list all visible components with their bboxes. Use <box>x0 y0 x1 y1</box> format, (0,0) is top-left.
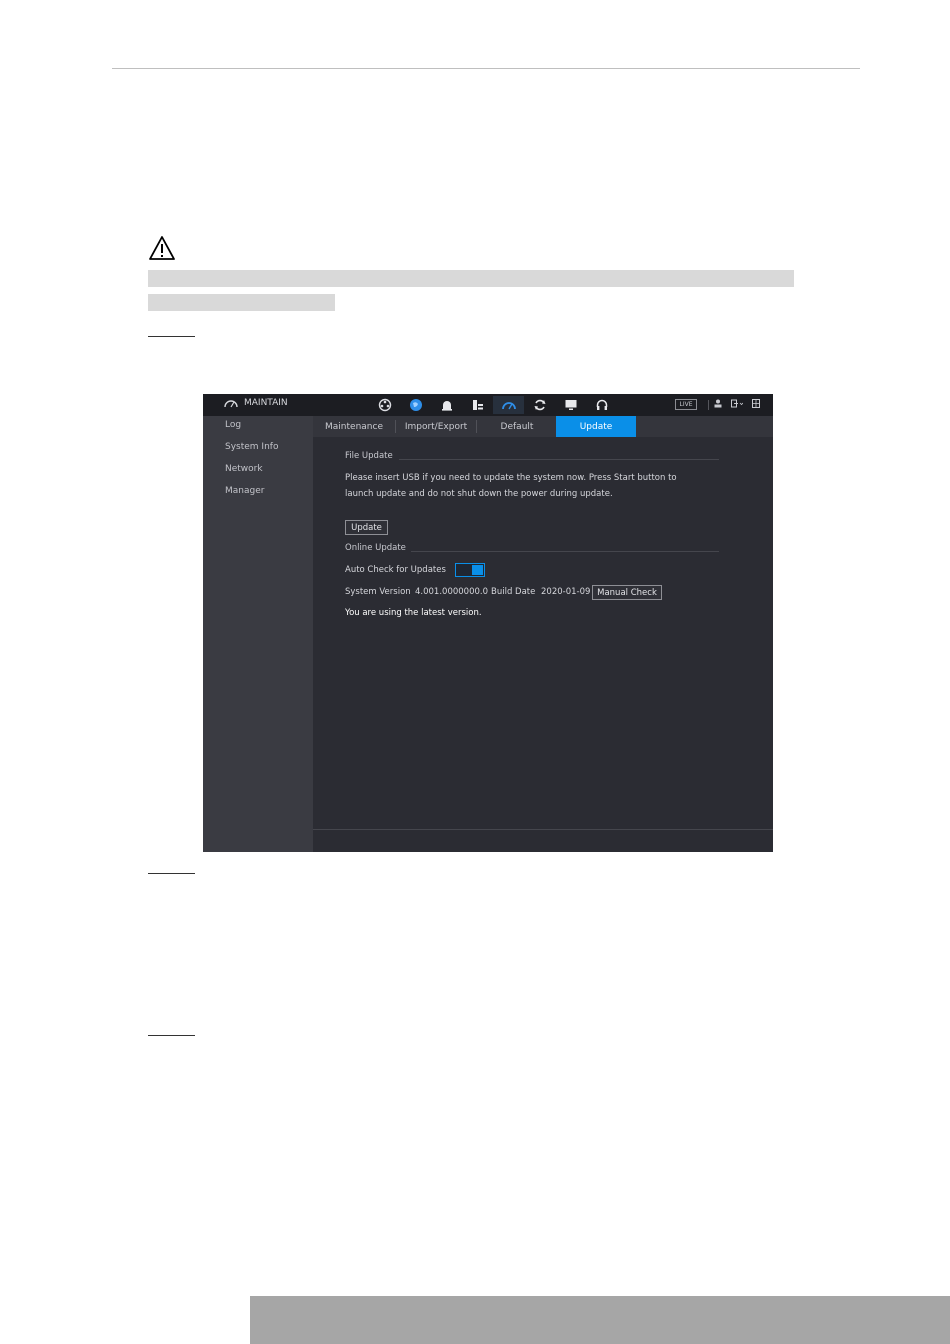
maintain-icon[interactable] <box>493 396 524 414</box>
tab-import-export[interactable]: Import/Export <box>396 416 476 437</box>
sidebar <box>203 416 313 852</box>
warning-icon <box>149 236 175 260</box>
toggle-knob <box>472 565 483 575</box>
tab-default[interactable]: Default <box>477 416 557 437</box>
online-update-divider <box>411 551 719 552</box>
app-title-text: MAINTAIN <box>244 398 288 408</box>
main-nav <box>369 396 617 414</box>
app-title: MAINTAIN <box>223 398 288 408</box>
sidebar-item-log[interactable]: Log <box>225 420 241 430</box>
sidebar-item-network[interactable]: Network <box>225 464 263 474</box>
maintain-gauge-icon <box>224 400 238 408</box>
logout-icon[interactable] <box>731 399 743 408</box>
build-date-label: Build Date <box>491 587 536 597</box>
step-marker-1 <box>148 336 195 337</box>
network-icon[interactable] <box>400 396 431 414</box>
auto-check-label: Auto Check for Updates <box>345 565 446 575</box>
bottom-divider <box>313 829 773 830</box>
user-icon[interactable] <box>714 399 722 408</box>
step-marker-2 <box>148 873 195 874</box>
file-update-line-2: launch update and do not shut down the p… <box>345 489 613 499</box>
redacted-warning-line-1 <box>148 270 794 287</box>
maintain-window: MAINTAIN LIVE Log System Info Network Ma… <box>203 394 773 852</box>
manual-check-button[interactable]: Manual Check <box>592 585 662 600</box>
grid-icon[interactable] <box>752 399 760 408</box>
audio-icon[interactable] <box>586 396 617 414</box>
update-status-text: You are using the latest version. <box>345 608 482 618</box>
system-version-value: 4.001.0000000.0 <box>415 587 489 597</box>
tab-update[interactable]: Update <box>556 416 636 437</box>
sidebar-item-manager[interactable]: Manager <box>225 486 264 496</box>
update-button[interactable]: Update <box>345 520 388 535</box>
tab-maintenance[interactable]: Maintenance <box>313 416 395 437</box>
sidebar-item-system-info[interactable]: System Info <box>225 442 278 452</box>
page-header-rule <box>112 68 860 69</box>
step-marker-3 <box>148 1035 195 1036</box>
alarm-icon[interactable] <box>431 396 462 414</box>
tab-bar: Maintenance Import/Export Default Update <box>313 416 773 437</box>
live-button[interactable]: LIVE <box>675 399 697 410</box>
backup-icon[interactable] <box>524 396 555 414</box>
system-version-label: System Version <box>345 587 411 597</box>
storage-icon[interactable] <box>462 396 493 414</box>
build-date-value: 2020-01-09 <box>541 587 591 597</box>
top-bar-divider <box>708 400 709 410</box>
file-update-heading: File Update <box>345 451 393 461</box>
file-update-line-1: Please insert USB if you need to update … <box>345 473 677 483</box>
auto-check-toggle[interactable] <box>455 563 485 577</box>
online-update-heading: Online Update <box>345 543 406 553</box>
display-icon[interactable] <box>555 396 586 414</box>
redacted-warning-line-2 <box>148 294 335 311</box>
top-right-controls <box>714 399 760 408</box>
file-update-divider <box>399 459 719 460</box>
camera-icon[interactable] <box>369 396 400 414</box>
page-footer-bar <box>250 1296 950 1344</box>
